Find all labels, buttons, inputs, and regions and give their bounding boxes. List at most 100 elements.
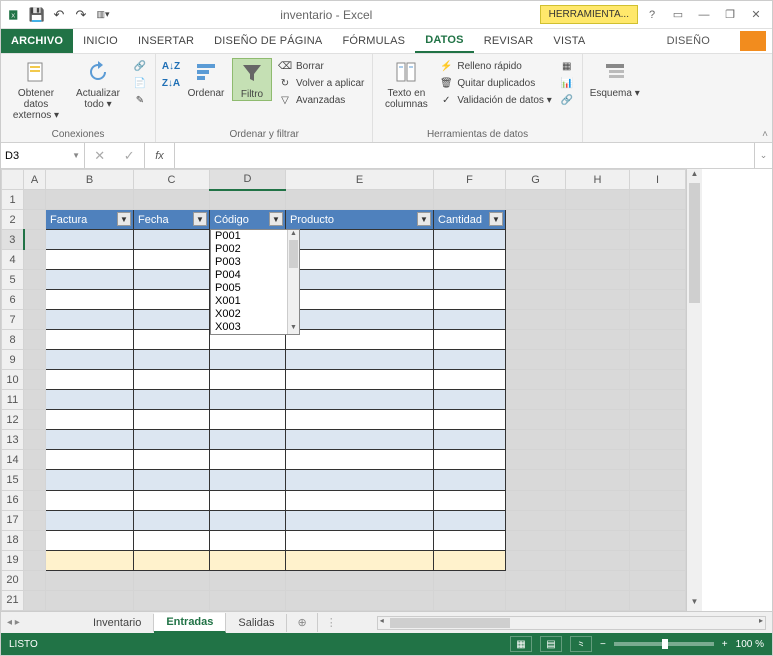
tab-datos[interactable]: DATOS xyxy=(415,29,474,53)
cell[interactable] xyxy=(630,370,686,390)
cell[interactable] xyxy=(24,450,46,470)
cell[interactable] xyxy=(566,370,630,390)
cell[interactable] xyxy=(286,390,434,410)
cell[interactable] xyxy=(434,310,506,330)
cell[interactable] xyxy=(286,330,434,350)
ribbon-display-icon[interactable]: ▭ xyxy=(666,5,690,25)
table-header[interactable]: Código▼ xyxy=(210,210,286,230)
list-item[interactable]: P005 xyxy=(211,282,299,295)
cell[interactable] xyxy=(506,350,566,370)
row-header[interactable]: 16 xyxy=(2,490,24,510)
cell[interactable] xyxy=(134,530,210,550)
cell[interactable] xyxy=(46,330,134,350)
vertical-scrollbar[interactable]: ▲ ▼ xyxy=(686,169,702,611)
table-header[interactable]: Factura▼ xyxy=(46,210,134,230)
cell[interactable] xyxy=(434,370,506,390)
hscroll-left-icon[interactable]: ◂ xyxy=(380,616,384,625)
cell[interactable] xyxy=(286,250,434,270)
cell[interactable] xyxy=(24,570,46,590)
cell[interactable] xyxy=(210,430,286,450)
cell[interactable] xyxy=(566,510,630,530)
page-layout-view-icon[interactable]: ▤ xyxy=(540,636,562,652)
row-header[interactable]: 10 xyxy=(2,370,24,390)
redo-icon[interactable]: ↷ xyxy=(71,5,91,25)
cell[interactable] xyxy=(434,550,506,570)
zoom-level[interactable]: 100 % xyxy=(736,639,764,650)
zoom-slider[interactable] xyxy=(614,642,714,646)
row-header[interactable]: 3 xyxy=(2,230,24,250)
row-header[interactable]: 12 xyxy=(2,410,24,430)
cell[interactable] xyxy=(630,190,686,210)
cell[interactable] xyxy=(46,570,134,590)
collapse-ribbon-icon[interactable]: ˄ xyxy=(762,129,768,140)
texto-columnas-button[interactable]: Texto en columnas xyxy=(379,58,433,110)
tab-split-icon[interactable]: ⋮ xyxy=(326,616,337,629)
col-header-g[interactable]: G xyxy=(506,170,566,190)
table-header[interactable]: Producto▼ xyxy=(286,210,434,230)
cell[interactable] xyxy=(506,390,566,410)
select-all-corner[interactable] xyxy=(2,170,24,190)
cell[interactable] xyxy=(286,450,434,470)
cell[interactable] xyxy=(286,370,434,390)
col-header-h[interactable]: H xyxy=(566,170,630,190)
row-header[interactable]: 20 xyxy=(2,570,24,590)
add-sheet-button[interactable]: ⊕ xyxy=(287,613,317,632)
cell[interactable] xyxy=(210,350,286,370)
cell[interactable] xyxy=(286,530,434,550)
cell[interactable] xyxy=(24,350,46,370)
consolidar-icon[interactable]: ▦ xyxy=(558,58,576,74)
cell[interactable] xyxy=(630,310,686,330)
cell[interactable] xyxy=(434,590,506,610)
cell[interactable] xyxy=(566,450,630,470)
cell[interactable] xyxy=(506,530,566,550)
cell[interactable] xyxy=(286,550,434,570)
cell[interactable] xyxy=(46,370,134,390)
cell[interactable] xyxy=(134,370,210,390)
filter-arrow-icon[interactable]: ▼ xyxy=(193,212,207,226)
propiedades-icon[interactable]: 📄 xyxy=(131,75,149,91)
undo-icon[interactable]: ↶ xyxy=(49,5,69,25)
cell[interactable] xyxy=(434,410,506,430)
list-item[interactable]: X002 xyxy=(211,308,299,321)
page-break-view-icon[interactable]: ⺀ xyxy=(570,636,592,652)
normal-view-icon[interactable]: ▦ xyxy=(510,636,532,652)
cell[interactable] xyxy=(24,430,46,450)
cell[interactable] xyxy=(210,470,286,490)
cell[interactable] xyxy=(46,350,134,370)
cell[interactable] xyxy=(434,350,506,370)
cell[interactable] xyxy=(286,510,434,530)
cell[interactable] xyxy=(434,430,506,450)
hscroll-thumb[interactable] xyxy=(390,618,510,628)
cell[interactable] xyxy=(506,190,566,210)
cancel-formula-icon[interactable]: ✕ xyxy=(94,148,105,164)
hscroll-right-icon[interactable]: ▸ xyxy=(759,616,763,625)
save-icon[interactable]: 💾 xyxy=(27,5,47,25)
cell[interactable] xyxy=(210,590,286,610)
cell[interactable] xyxy=(434,450,506,470)
volver-aplicar-button[interactable]: ↻Volver a aplicar xyxy=(276,75,366,91)
scroll-down-icon[interactable]: ▼ xyxy=(687,597,702,611)
col-header-c[interactable]: C xyxy=(134,170,210,190)
cell[interactable] xyxy=(506,410,566,430)
cell[interactable] xyxy=(630,470,686,490)
cell[interactable] xyxy=(506,290,566,310)
cell[interactable] xyxy=(210,450,286,470)
list-item[interactable]: X003 xyxy=(211,321,299,334)
actualizar-todo-button[interactable]: Actualizar todo ▾ xyxy=(69,58,127,110)
cell[interactable] xyxy=(566,190,630,210)
cell[interactable] xyxy=(24,210,46,230)
sort-za-button[interactable]: Z↓A xyxy=(162,75,180,91)
cell[interactable] xyxy=(434,390,506,410)
cell[interactable] xyxy=(24,490,46,510)
cell[interactable] xyxy=(434,510,506,530)
cell[interactable] xyxy=(630,510,686,530)
cell[interactable] xyxy=(506,370,566,390)
spreadsheet-grid[interactable]: A B C D E F G H I 12Factura▼Fecha▼Código… xyxy=(1,169,686,611)
close-icon[interactable]: ✕ xyxy=(744,5,768,25)
cell[interactable] xyxy=(134,570,210,590)
cell[interactable] xyxy=(506,310,566,330)
cell[interactable] xyxy=(630,210,686,230)
validation-dropdown-list[interactable]: P001 P002 P003 P004 P005 X001 X002 X003 … xyxy=(210,229,300,335)
cell[interactable] xyxy=(630,350,686,370)
cell[interactable] xyxy=(134,510,210,530)
